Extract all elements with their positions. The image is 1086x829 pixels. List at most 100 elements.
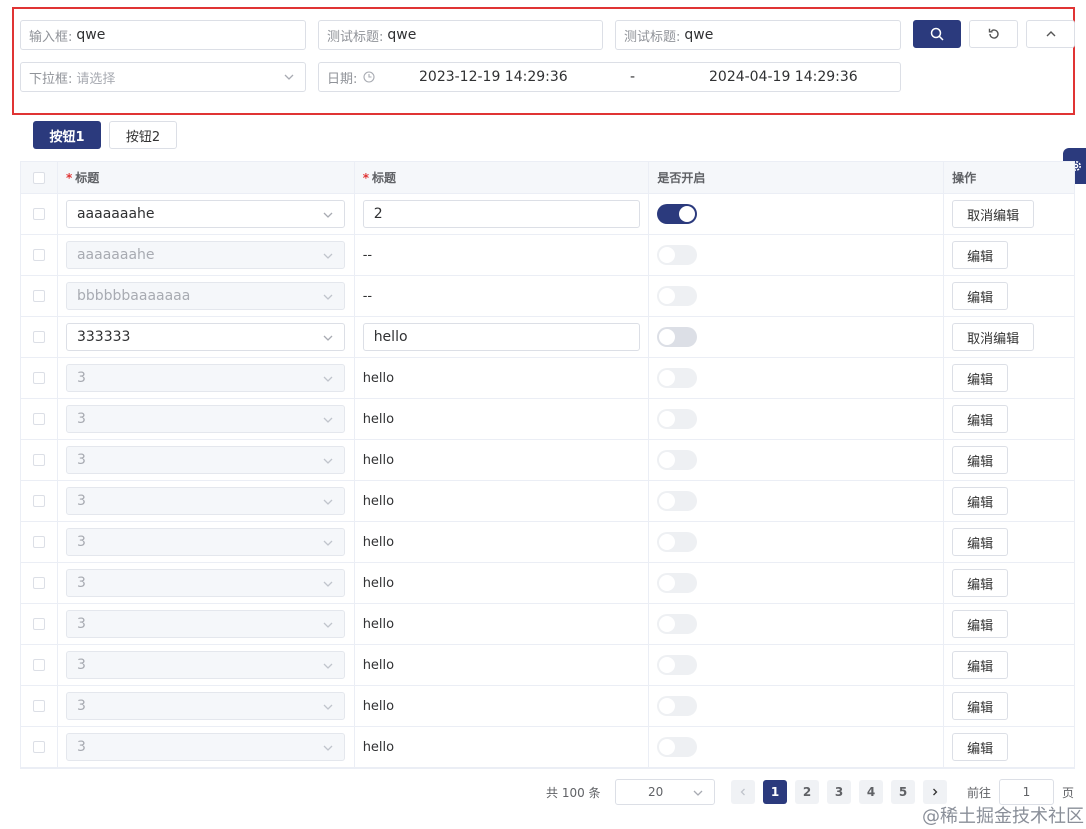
row-select-value: 3: [76, 411, 86, 427]
text-cell: --: [355, 276, 650, 316]
title-text: hello: [362, 739, 395, 755]
table-row: bbbbbbaaaaaaa -- 编辑: [21, 276, 1074, 317]
enabled-switch[interactable]: [657, 327, 698, 347]
row-select: 3: [65, 651, 345, 679]
action-cell: 编辑: [944, 276, 1074, 316]
date-end[interactable]: 2024-04-19 14:29:36: [709, 69, 858, 85]
row-select-cell: [21, 645, 58, 685]
row-checkbox[interactable]: [32, 741, 45, 753]
text-cell: hello: [355, 645, 650, 685]
row-checkbox[interactable]: [32, 249, 45, 261]
edit-button[interactable]: 编辑: [952, 446, 1009, 474]
dropdown-field[interactable]: 下拉框: 请选择: [20, 62, 306, 92]
row-checkbox[interactable]: [32, 700, 45, 712]
button-1[interactable]: 按钮1: [33, 121, 101, 149]
edit-button[interactable]: 编辑: [952, 733, 1009, 761]
page-1-button[interactable]: 1: [763, 780, 787, 804]
row-checkbox[interactable]: [32, 577, 45, 589]
next-page-button[interactable]: [923, 780, 947, 804]
switch-knob: [659, 247, 676, 263]
title-input[interactable]: 2: [362, 200, 640, 228]
row-select-value: 3: [76, 657, 86, 673]
date-range-field[interactable]: 日期: 2023-12-19 14:29:36 - 2024-04-19 14:…: [318, 62, 901, 92]
page-3-button[interactable]: 3: [827, 780, 851, 804]
row-select-value: 3: [76, 534, 86, 550]
edit-button[interactable]: 编辑: [952, 610, 1009, 638]
row-checkbox[interactable]: [32, 536, 45, 548]
switch-cell: [649, 399, 945, 439]
select-cell: 3: [58, 563, 355, 603]
page-5-button[interactable]: 5: [891, 780, 915, 804]
switch-knob: [659, 452, 676, 468]
row-select-value: 3: [76, 739, 86, 755]
table-row: 3 hello 编辑: [21, 686, 1074, 727]
text-cell: --: [355, 235, 650, 275]
action-cell: 编辑: [944, 645, 1074, 685]
edit-button[interactable]: 编辑: [952, 405, 1009, 433]
text-cell: hello: [355, 522, 650, 562]
select-all-checkbox[interactable]: [32, 171, 45, 184]
row-select: 3: [65, 364, 345, 392]
clock-icon: [363, 71, 375, 83]
row-checkbox[interactable]: [32, 331, 45, 343]
row-checkbox[interactable]: [32, 618, 45, 630]
row-select-cell: [21, 235, 58, 275]
edit-button[interactable]: 编辑: [952, 241, 1009, 269]
switch-cell: [649, 235, 945, 275]
row-checkbox[interactable]: [32, 454, 45, 466]
edit-button[interactable]: 编辑: [952, 282, 1009, 310]
title1-field[interactable]: 测试标题: qwe: [318, 20, 603, 50]
title-text: hello: [362, 452, 395, 468]
row-select-value: aaaaaaahe: [76, 206, 155, 222]
header-enabled-label: 是否开启: [657, 171, 706, 185]
date-start[interactable]: 2023-12-19 14:29:36: [419, 69, 568, 85]
row-checkbox[interactable]: [32, 372, 45, 384]
switch-knob: [659, 739, 676, 755]
row-checkbox[interactable]: [32, 413, 45, 425]
chevron-down-icon: [323, 294, 333, 300]
edit-button[interactable]: 编辑: [952, 692, 1009, 720]
title1-field-label: 测试标题:: [327, 29, 384, 45]
enabled-switch[interactable]: [657, 204, 698, 224]
chevron-down-icon: [323, 622, 333, 628]
title-text: hello: [362, 657, 395, 673]
edit-button[interactable]: 取消编辑: [952, 323, 1035, 351]
edit-button[interactable]: 编辑: [952, 364, 1009, 392]
edit-button[interactable]: 取消编辑: [952, 200, 1035, 228]
row-select[interactable]: 333333: [65, 323, 345, 351]
title-text: --: [362, 288, 373, 304]
title-input[interactable]: hello: [362, 323, 640, 351]
header-enabled: 是否开启: [649, 162, 945, 193]
select-cell: 3: [58, 645, 355, 685]
row-select-cell: [21, 399, 58, 439]
edit-button[interactable]: 编辑: [952, 651, 1009, 679]
edit-button[interactable]: 编辑: [952, 569, 1009, 597]
row-checkbox[interactable]: [32, 659, 45, 671]
enabled-switch: [657, 696, 698, 716]
row-checkbox[interactable]: [32, 495, 45, 507]
switch-knob: [679, 206, 696, 222]
button-2[interactable]: 按钮2: [109, 121, 177, 149]
edit-button[interactable]: 编辑: [952, 528, 1009, 556]
page-size-select[interactable]: 20: [615, 779, 715, 805]
edit-button[interactable]: 编辑: [952, 487, 1009, 515]
switch-knob: [659, 370, 676, 386]
input-field[interactable]: 输入框: qwe: [20, 20, 306, 50]
row-select-value: 3: [76, 616, 86, 632]
row-checkbox[interactable]: [32, 208, 45, 220]
table-row: 3 hello 编辑: [21, 604, 1074, 645]
title2-field[interactable]: 测试标题: qwe: [615, 20, 901, 50]
row-checkbox[interactable]: [32, 290, 45, 302]
table-body: aaaaaaahe 2 取消编辑 aaaaaaahe -- 编辑 bbbbbbaaaaaaa…: [21, 194, 1074, 768]
page-2-button[interactable]: 2: [795, 780, 819, 804]
collapse-button[interactable]: [1026, 20, 1075, 48]
prev-page-button[interactable]: [731, 780, 755, 804]
row-select-cell: [21, 522, 58, 562]
reset-button[interactable]: [969, 20, 1018, 48]
row-select[interactable]: aaaaaaahe: [65, 200, 345, 228]
reset-icon: [988, 28, 999, 39]
switch-knob: [659, 329, 676, 345]
table-row: aaaaaaahe -- 编辑: [21, 235, 1074, 276]
page-4-button[interactable]: 4: [859, 780, 883, 804]
search-button[interactable]: [913, 20, 961, 48]
